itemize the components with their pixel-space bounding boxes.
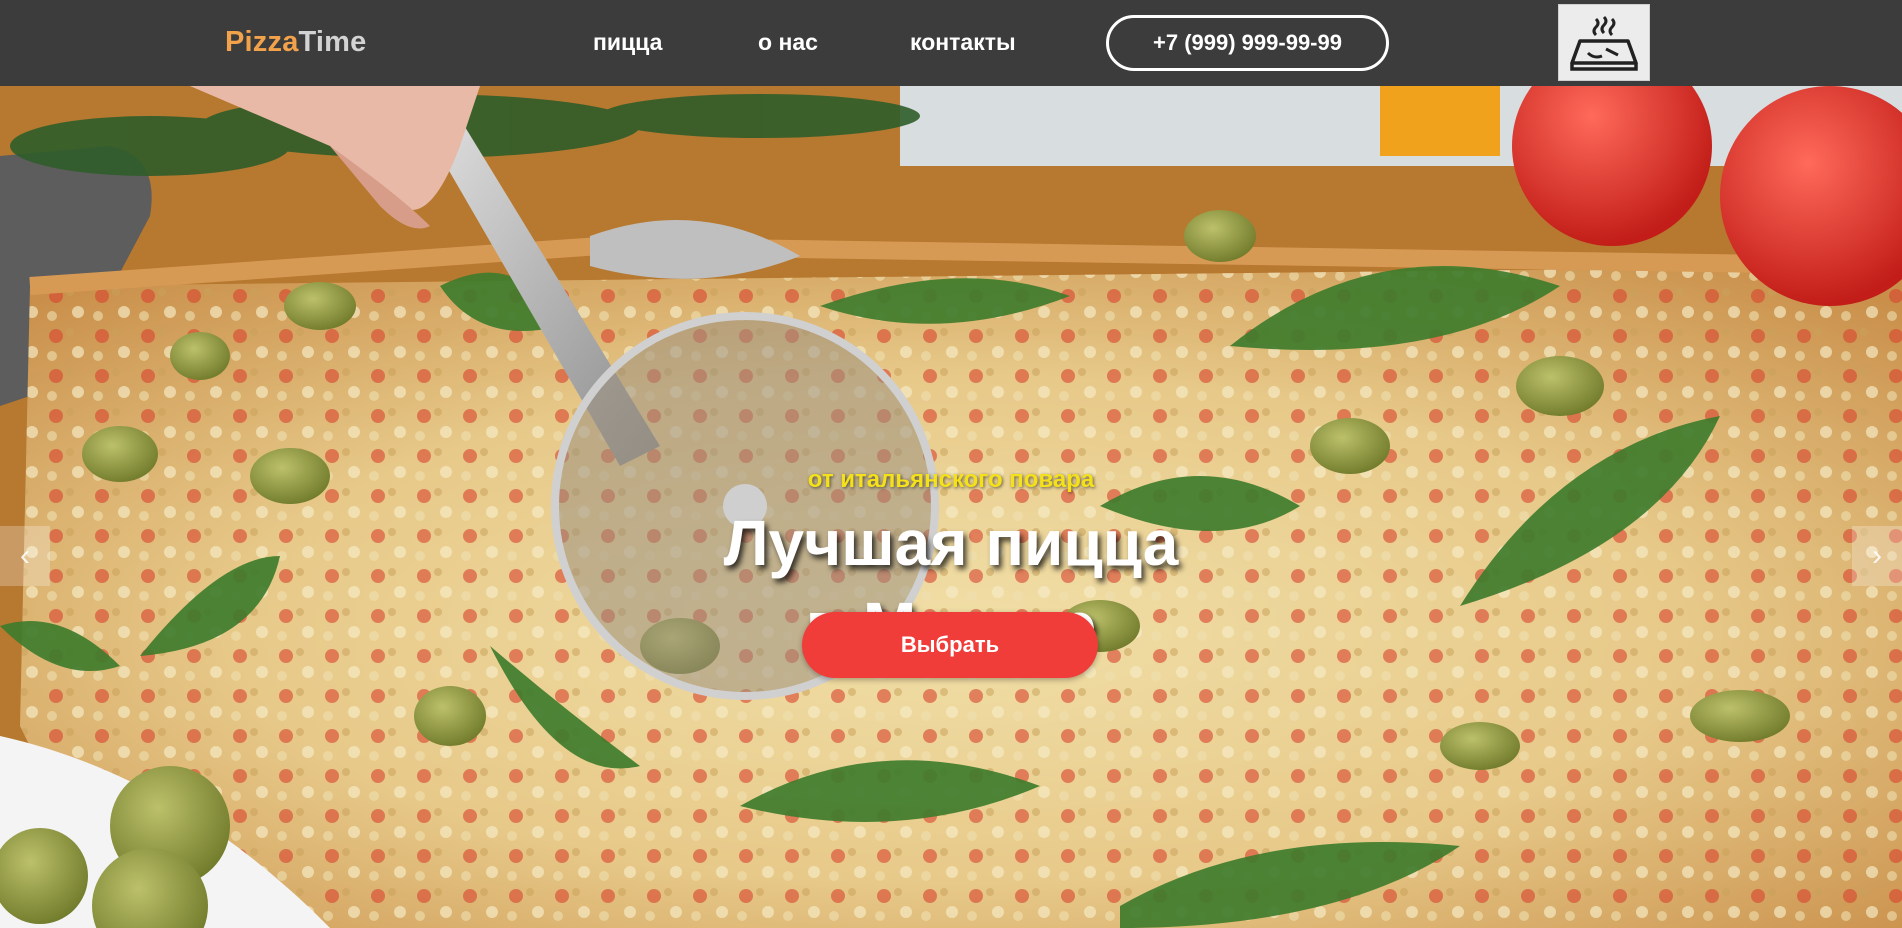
nav-link-about[interactable]: о нас — [758, 29, 818, 56]
phone-button[interactable]: +7 (999) 999-99-99 — [1106, 15, 1389, 71]
delivery-box-icon — [1570, 15, 1638, 71]
cart-button[interactable] — [1558, 4, 1650, 81]
nav-link-pizza[interactable]: пицца — [593, 29, 662, 56]
choose-button[interactable]: Выбрать — [802, 612, 1098, 678]
logo-part-pizza: Pizza — [225, 26, 299, 58]
nav-link-contacts[interactable]: контакты — [910, 29, 1016, 56]
hero-subtitle: от итальянского повара — [807, 466, 1095, 493]
hero-title-line-1: Лучшая пицца — [723, 507, 1179, 579]
logo-part-time: Time — [298, 26, 367, 58]
site-header: PizzaTime пицца о нас контакты +7 (999) … — [0, 0, 1902, 86]
logo[interactable]: PizzaTime — [225, 26, 367, 59]
